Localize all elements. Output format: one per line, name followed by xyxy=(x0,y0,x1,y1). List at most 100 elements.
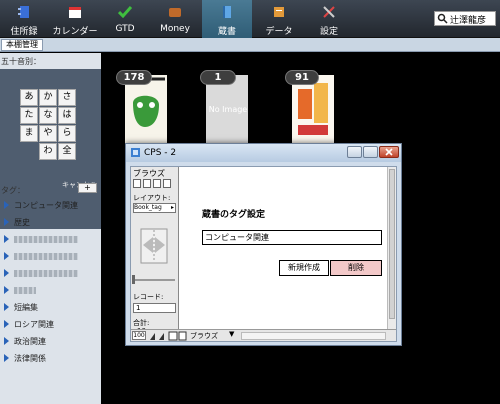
tag-item[interactable]: 政治関連 xyxy=(4,335,100,349)
tag-item[interactable]: コンピュータ関連 xyxy=(4,199,100,213)
search-value: 辻澤龍彦 xyxy=(450,16,487,26)
redacted-tag-label xyxy=(14,270,78,277)
record-number-field[interactable]: 1 xyxy=(133,303,176,313)
layout-tool-icon[interactable] xyxy=(153,179,161,188)
kana-button-sa[interactable]: さ xyxy=(58,89,76,106)
form-heading: 蔵書のタグ設定 xyxy=(202,210,266,220)
zoom-level[interactable]: 100 xyxy=(132,331,146,340)
window-body: ブラウズ レイアウト: Book_tag ▸ レコード: 1 合計: 10 蔵書 xyxy=(130,166,397,342)
tag-item[interactable]: 法律関係 xyxy=(4,352,100,366)
expand-triangle-icon xyxy=(4,252,9,260)
nav-books[interactable]: 蔵書 xyxy=(202,0,252,38)
tag-item[interactable] xyxy=(4,267,100,281)
kana-button-all[interactable]: 全 xyxy=(58,143,76,160)
status-toolbar: ブラウズ レイアウト: Book_tag ▸ レコード: 1 合計: 10 xyxy=(131,167,179,341)
search-input[interactable]: 辻澤龍彦 xyxy=(434,11,496,26)
scrollbar-thumb[interactable] xyxy=(389,169,395,319)
record-book-icon[interactable] xyxy=(139,227,169,265)
mode-label: ブラウズ xyxy=(133,169,165,178)
horizontal-scrollbar[interactable] xyxy=(241,332,386,340)
close-button[interactable] xyxy=(379,146,399,158)
book-cover[interactable] xyxy=(125,75,167,143)
tag-item[interactable] xyxy=(4,250,100,264)
minimize-button[interactable] xyxy=(347,146,362,158)
zoom-controls-icon[interactable] xyxy=(149,331,187,341)
data-box-icon xyxy=(274,7,284,17)
record-slider-track[interactable] xyxy=(133,279,175,281)
book-count-badge: 91 xyxy=(285,70,319,85)
kana-button-ya[interactable]: や xyxy=(39,125,57,142)
delete-button[interactable]: 削除 xyxy=(330,260,382,276)
tools-icon xyxy=(323,6,335,18)
nav-data[interactable]: データ xyxy=(252,0,306,38)
nav-money[interactable]: Money xyxy=(148,0,202,38)
expand-triangle-icon xyxy=(4,201,9,209)
tag-label: コンピュータ関連 xyxy=(14,201,78,210)
book-cover[interactable]: No Image xyxy=(206,75,248,143)
window-bottom-bar: 100 ブラウズ ▼ xyxy=(131,329,396,341)
tag-item[interactable] xyxy=(4,233,100,247)
layout-value: Book_tag xyxy=(134,204,162,211)
calendar-icon xyxy=(69,7,81,18)
new-record-button[interactable]: 新規作成 xyxy=(279,260,329,276)
find-tool-icon[interactable] xyxy=(143,179,151,188)
tag-label: 短編集 xyxy=(14,303,38,312)
vertical-scrollbar[interactable] xyxy=(387,167,396,329)
browse-tool-icon[interactable] xyxy=(133,179,141,188)
app-icon xyxy=(131,148,140,157)
top-navigation: 住所録 カレンダー GTD Money 蔵書 データ 設定 辻澤龍彦 xyxy=(0,0,500,38)
tag-label: 政治関連 xyxy=(14,337,46,346)
nav-settings[interactable]: 設定 xyxy=(306,0,352,38)
layout-select[interactable]: Book_tag ▸ xyxy=(133,203,176,213)
kana-button-ha[interactable]: は xyxy=(58,107,76,124)
kana-button-ma[interactable]: ま xyxy=(20,125,38,142)
mode-popup-label[interactable]: ブラウズ xyxy=(190,331,218,341)
dropdown-arrow-icon: ▸ xyxy=(170,204,174,211)
book-cover-art xyxy=(125,75,167,143)
expand-triangle-icon xyxy=(4,218,9,226)
expand-triangle-icon xyxy=(4,286,9,294)
book-cover[interactable] xyxy=(292,75,334,143)
nav-label: データ xyxy=(265,27,293,37)
expand-triangle-icon xyxy=(4,337,9,345)
window-title: CPS - 2 xyxy=(144,148,177,158)
book-count-badge: 178 xyxy=(116,70,152,85)
expand-triangle-icon xyxy=(4,303,9,311)
mode-popup-arrow-icon[interactable]: ▼ xyxy=(229,330,234,338)
tag-item[interactable] xyxy=(4,284,100,298)
layout-label: レイアウト: xyxy=(133,194,171,202)
tag-item[interactable]: ロシア関連 xyxy=(4,318,100,332)
nav-address-book[interactable]: 住所録 xyxy=(0,0,48,38)
cps-dialog-window: CPS - 2 ブラウズ レイアウト: Book_tag ▸ レコード: 1 合… xyxy=(125,143,402,346)
kana-button-a[interactable]: あ xyxy=(20,89,38,106)
kana-button-na[interactable]: な xyxy=(39,107,57,124)
sidebar: 五十音別： あ か さ た な は ま や ら わ 全 キャンセル タグ： + … xyxy=(0,53,101,404)
tag-label: ロシア関連 xyxy=(14,320,54,329)
kana-button-ta[interactable]: た xyxy=(20,107,38,124)
expand-triangle-icon xyxy=(4,354,9,362)
maximize-button[interactable] xyxy=(363,146,378,158)
nav-calendar[interactable]: カレンダー xyxy=(48,0,102,38)
tab-bookshelf-management[interactable]: 本棚管理 xyxy=(1,39,43,51)
nav-label: GTD xyxy=(115,24,135,34)
nav-label: 蔵書 xyxy=(217,27,236,37)
record-slider-thumb[interactable] xyxy=(132,275,135,284)
nav-gtd[interactable]: GTD xyxy=(102,0,148,38)
tags-label: タグ： xyxy=(1,186,25,195)
expand-triangle-icon xyxy=(4,235,9,243)
nav-label: 設定 xyxy=(319,27,338,37)
add-tag-button[interactable]: + xyxy=(78,183,97,193)
window-titlebar[interactable]: CPS - 2 xyxy=(126,144,401,162)
tag-item[interactable]: 歴史 xyxy=(4,216,100,230)
gojuon-label: 五十音別： xyxy=(1,57,41,66)
address-book-icon xyxy=(18,6,29,18)
tag-item[interactable]: 短編集 xyxy=(4,301,100,315)
kana-button-ka[interactable]: か xyxy=(39,89,57,106)
kana-button-ra[interactable]: ら xyxy=(58,125,76,142)
no-image-label: No Image xyxy=(208,105,248,114)
tag-name-field[interactable]: コンピュータ関連 xyxy=(202,230,382,245)
kana-button-wa[interactable]: わ xyxy=(39,143,57,160)
preview-tool-icon[interactable] xyxy=(163,179,171,188)
redacted-tag-label xyxy=(14,253,78,260)
tag-label: 歴史 xyxy=(14,218,30,227)
